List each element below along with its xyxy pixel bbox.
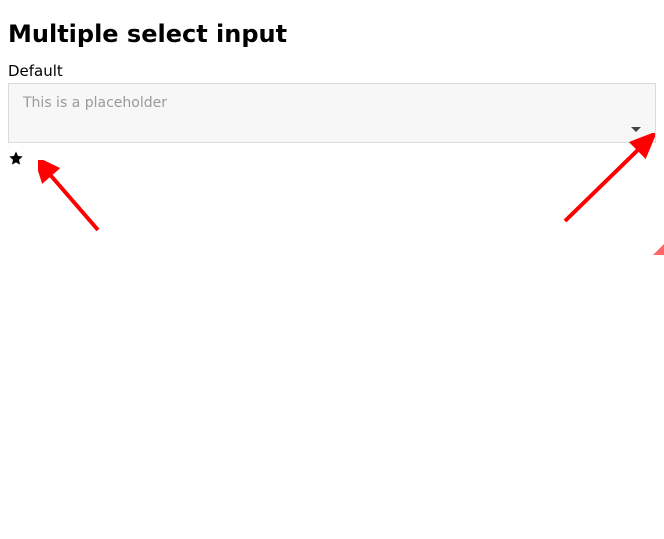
multiselect-input[interactable]: This is a placeholder [8, 83, 656, 143]
annotation-arrow-icon [555, 133, 655, 228]
field-label: Default [8, 62, 656, 80]
annotation-arrow-icon [38, 160, 108, 240]
annotation-arrow-icon [653, 235, 664, 255]
caret-down-icon [631, 127, 641, 132]
multiselect-placeholder: This is a placeholder [23, 95, 167, 111]
star-icon [8, 150, 24, 166]
page-title: Multiple select input [8, 20, 656, 48]
